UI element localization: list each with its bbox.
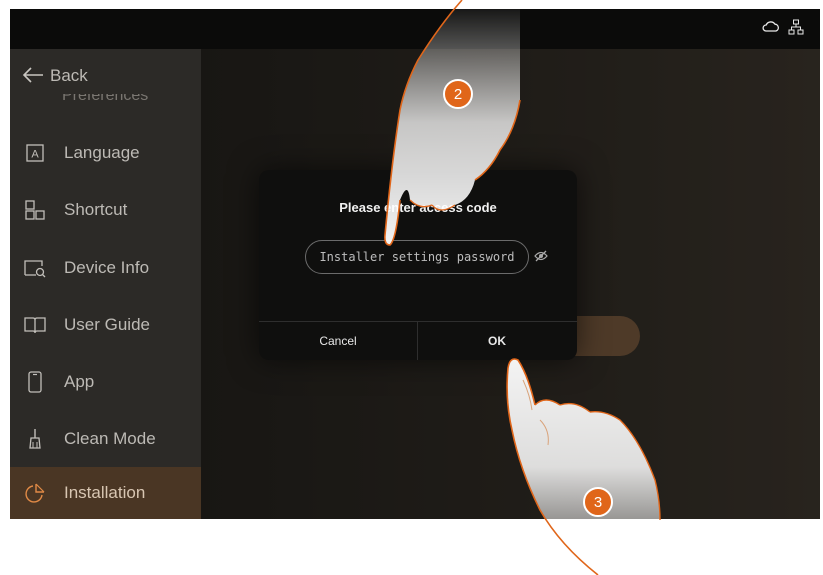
hand-step-2	[384, 0, 521, 246]
pointing-hands-illustration	[384, 0, 661, 575]
hand-step-3	[506, 358, 661, 575]
step-3-badge: 3	[583, 487, 613, 517]
step-2-badge: 2	[443, 79, 473, 109]
